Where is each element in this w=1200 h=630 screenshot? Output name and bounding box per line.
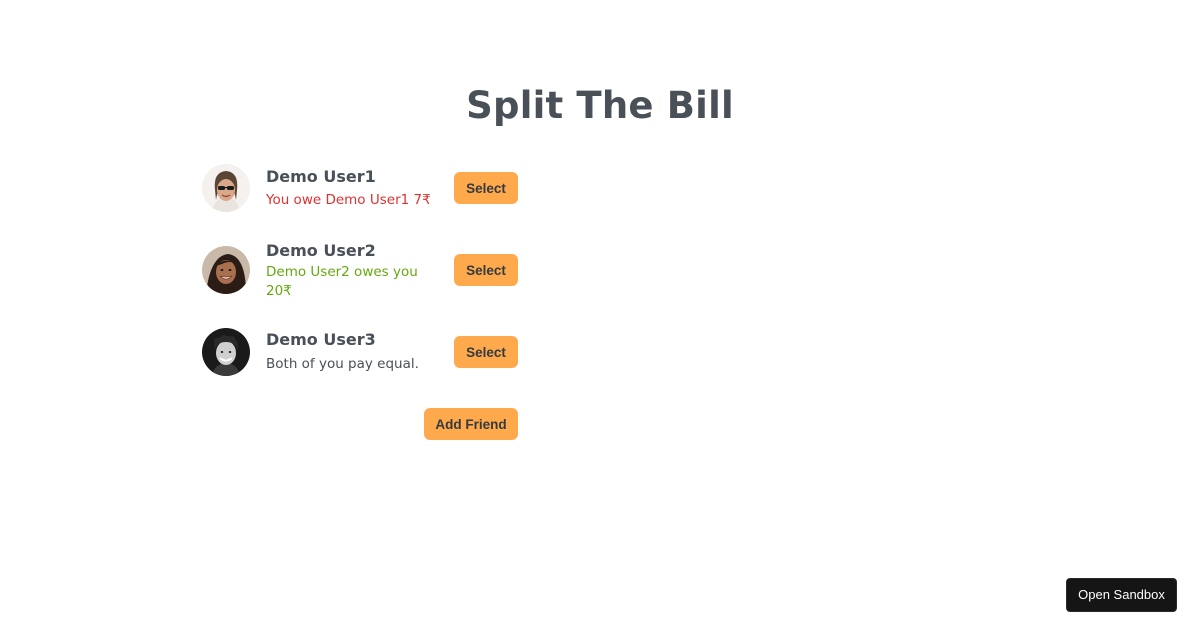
select-friend-button[interactable]: Select — [454, 254, 518, 286]
select-friend-button[interactable]: Select — [454, 336, 518, 368]
friend-name: Demo User1 — [266, 167, 376, 186]
avatar-user1 — [202, 164, 250, 212]
add-friend-button[interactable]: Add Friend — [424, 408, 518, 440]
select-friend-button[interactable]: Select — [454, 172, 518, 204]
app-root: Split The Bill Demo User1 You owe Demo U… — [0, 0, 1200, 630]
avatar-man-curly-hair-icon — [202, 328, 250, 376]
friend-item: Demo User3 Both of you pay equal. Select — [202, 328, 518, 410]
open-sandbox-button[interactable]: Open Sandbox — [1066, 578, 1177, 612]
friend-name: Demo User3 — [266, 330, 376, 349]
avatar-woman-smiling-icon — [202, 246, 250, 294]
avatar-man-sunglasses-icon — [202, 164, 250, 212]
friend-balance-status: Demo User2 owes you 20₹ — [266, 264, 418, 299]
friends-list: Demo User1 You owe Demo User1 7₹ Select … — [202, 164, 518, 410]
avatar-user3 — [202, 328, 250, 376]
friend-item: Demo User1 You owe Demo User1 7₹ Select — [202, 164, 518, 246]
friend-name: Demo User2 — [266, 241, 376, 260]
friend-balance-status: Both of you pay equal. — [266, 356, 419, 372]
avatar-user2 — [202, 246, 250, 294]
page-title: Split The Bill — [466, 84, 734, 127]
friend-balance-status: You owe Demo User1 7₹ — [266, 192, 431, 208]
friend-item: Demo User2 Demo User2 owes you 20₹ Selec… — [202, 241, 518, 328]
